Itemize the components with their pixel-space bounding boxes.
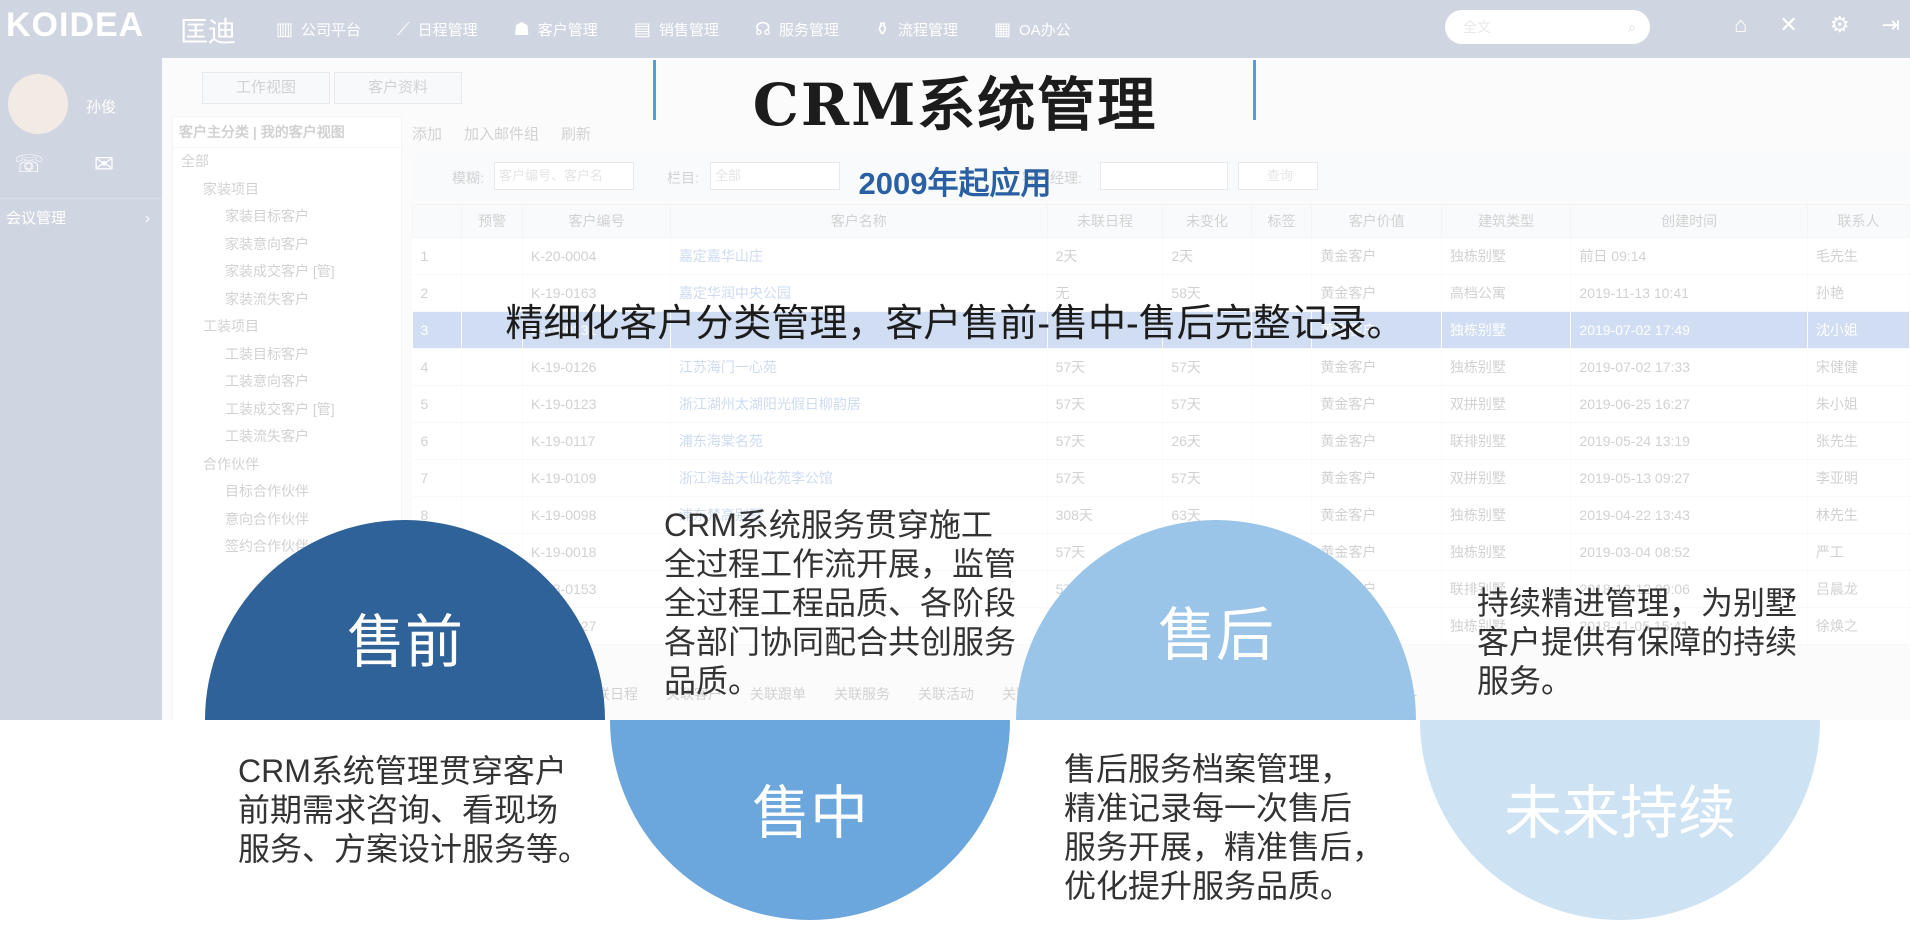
description-line: 优化提升服务品质。 — [1064, 868, 1353, 904]
page-title: CRM系统管理 — [752, 71, 1158, 139]
description-line: 服务开展，精准售后， — [1064, 829, 1385, 865]
description-line: 全过程工作流开展，监管 — [664, 546, 1017, 582]
future-semicircle: 未来持续 — [1420, 720, 1820, 920]
description-line: 精准记录每一次售后 — [1064, 790, 1353, 826]
description-line: 售后服务档案管理， — [1064, 751, 1353, 787]
description-line: 各部门协同配合共创服务 — [664, 624, 1017, 660]
aftersale-description: 售后服务档案管理， 精准记录每一次售后 服务开展，精准售后， 优化提升服务品质。 — [1064, 750, 1384, 906]
description-line: 客户提供有保障的持续 — [1477, 624, 1798, 660]
description-line: 服务、方案设计服务等。 — [238, 831, 591, 867]
midsale-label: 售中 — [751, 781, 868, 846]
future-label: 未来持续 — [1503, 781, 1736, 846]
description-line: 品质。 — [664, 663, 761, 699]
description-line: 持续精进管理，为别墅 — [1477, 585, 1798, 621]
aftersale-semicircle: 售后 — [1016, 520, 1416, 720]
description-line: CRM系统管理贯穿客户 — [238, 753, 567, 789]
description-line: CRM系统服务贯穿施工 — [664, 507, 993, 543]
page-subtitle: 2009年起应用 — [858, 166, 1052, 201]
slide-overlay: CRM系统管理 2009年起应用 精细化客户分类管理，客户售前-售中-售后完整记… — [0, 0, 1910, 931]
aftersale-label: 售后 — [1157, 603, 1274, 668]
tagline: 精细化客户分类管理，客户售前-售中-售后完整记录。 — [505, 303, 1405, 345]
description-line: 服务。 — [1477, 663, 1574, 699]
future-description: 持续精进管理，为别墅 客户提供有保障的持续 服务。 — [1477, 584, 1797, 701]
presale-label: 售前 — [346, 610, 463, 675]
midsale-semicircle: 售中 — [610, 720, 1010, 920]
midsale-description: CRM系统服务贯穿施工 全过程工作流开展，监管 全过程工程品质、各阶段 各部门协同配合… — [664, 506, 1016, 701]
description-line: 全过程工程品质、各阶段 — [664, 585, 1017, 621]
presale-semicircle: 售前 — [205, 520, 605, 720]
presale-description: CRM系统管理贯穿客户 前期需求咨询、看现场 服务、方案设计服务等。 — [238, 752, 590, 869]
description-line: 前期需求咨询、看现场 — [238, 792, 559, 828]
